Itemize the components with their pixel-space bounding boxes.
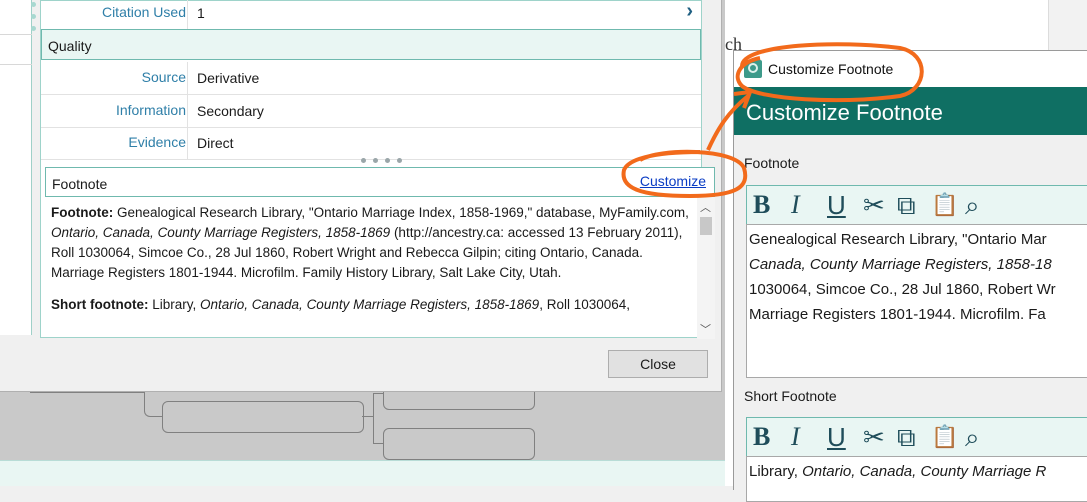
orange-annotation-overlay [621,42,924,199]
annotation-circle-title [735,42,924,103]
annotation-circle-customize [621,149,748,199]
annotation-arrow-line [706,94,750,151]
